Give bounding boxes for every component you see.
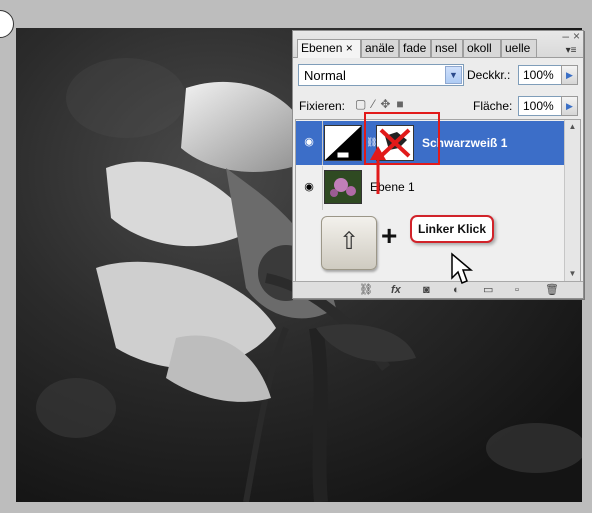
minimize-icon[interactable]: –	[562, 30, 569, 42]
left-click-callout: Linker Klick	[410, 215, 494, 243]
opacity-arrow-icon[interactable]: ▶	[561, 65, 578, 85]
tab-ebenen-label: Ebenen	[301, 41, 343, 55]
lock-transparency-icon[interactable]: ▢	[355, 97, 372, 111]
lock-all-icon[interactable]: ■	[396, 97, 409, 111]
visibility-column: ◉	[296, 121, 323, 165]
opacity-label: Deckkr.:	[467, 68, 511, 82]
chevron-down-icon[interactable]: ▼	[445, 66, 462, 84]
panel-footer: ⛓ fx ◙ ◐ ▭ ▫ 🗑	[293, 281, 583, 298]
blend-mode-value: Normal	[304, 68, 346, 83]
trash-icon[interactable]: 🗑	[545, 283, 559, 297]
tab-kanaele[interactable]: anäle	[361, 39, 399, 57]
fill-label: Fläche:	[473, 99, 513, 113]
tab-protokoll[interactable]: okoll	[463, 39, 501, 57]
layer-row-ebene1[interactable]: ◉ Ebene 1	[296, 166, 566, 210]
tab-ebenen[interactable]: Ebenen ×	[297, 39, 361, 58]
close-icon[interactable]: ×	[573, 30, 580, 42]
mouse-cursor-icon	[451, 252, 474, 284]
layer-thumbnail[interactable]	[324, 170, 362, 204]
fill-arrow-icon[interactable]: ▶	[561, 96, 578, 116]
frame-corner-marker	[0, 10, 14, 38]
opacity-field[interactable]: 100%	[518, 65, 566, 85]
adjustment-icon[interactable]	[324, 125, 362, 161]
annotation-arrow-icon	[370, 146, 386, 194]
lock-position-icon[interactable]: ✥	[380, 97, 396, 111]
eye-icon[interactable]: ◉	[302, 135, 316, 149]
eye-icon[interactable]: ◉	[302, 180, 316, 194]
layers-scrollbar[interactable]: ▲ ▼	[564, 120, 580, 281]
link-layers-icon[interactable]: ⛓	[359, 283, 373, 297]
plus-sign: +	[381, 220, 398, 251]
fx-icon[interactable]: fx	[391, 283, 401, 297]
close-tab-icon[interactable]: ×	[346, 41, 353, 55]
panel-tab-bar: Ebenen × anäle fade nsel okoll uelle – ×…	[293, 30, 583, 58]
blend-mode-select[interactable]: Normal ▼	[298, 64, 464, 86]
tab-pfade[interactable]: fade	[399, 39, 431, 57]
lock-label: Fixieren:	[299, 99, 346, 113]
shift-key: ⇧	[321, 216, 377, 270]
new-layer-icon[interactable]: ▫	[515, 283, 519, 297]
tab-pinsel[interactable]: nsel	[431, 39, 463, 57]
panel-menu-icon[interactable]: ▾≡	[563, 45, 579, 57]
scroll-down-icon[interactable]: ▼	[566, 267, 579, 281]
scroll-up-icon[interactable]: ▲	[566, 120, 579, 134]
tab-quelle[interactable]: uelle	[501, 39, 537, 57]
add-mask-icon[interactable]: ◙	[423, 283, 430, 297]
visibility-column: ◉	[296, 166, 323, 210]
fill-field[interactable]: 100%	[518, 96, 566, 116]
folder-icon[interactable]: ▭	[483, 283, 493, 297]
lock-options[interactable]: ▢⁄✥■	[355, 97, 410, 111]
